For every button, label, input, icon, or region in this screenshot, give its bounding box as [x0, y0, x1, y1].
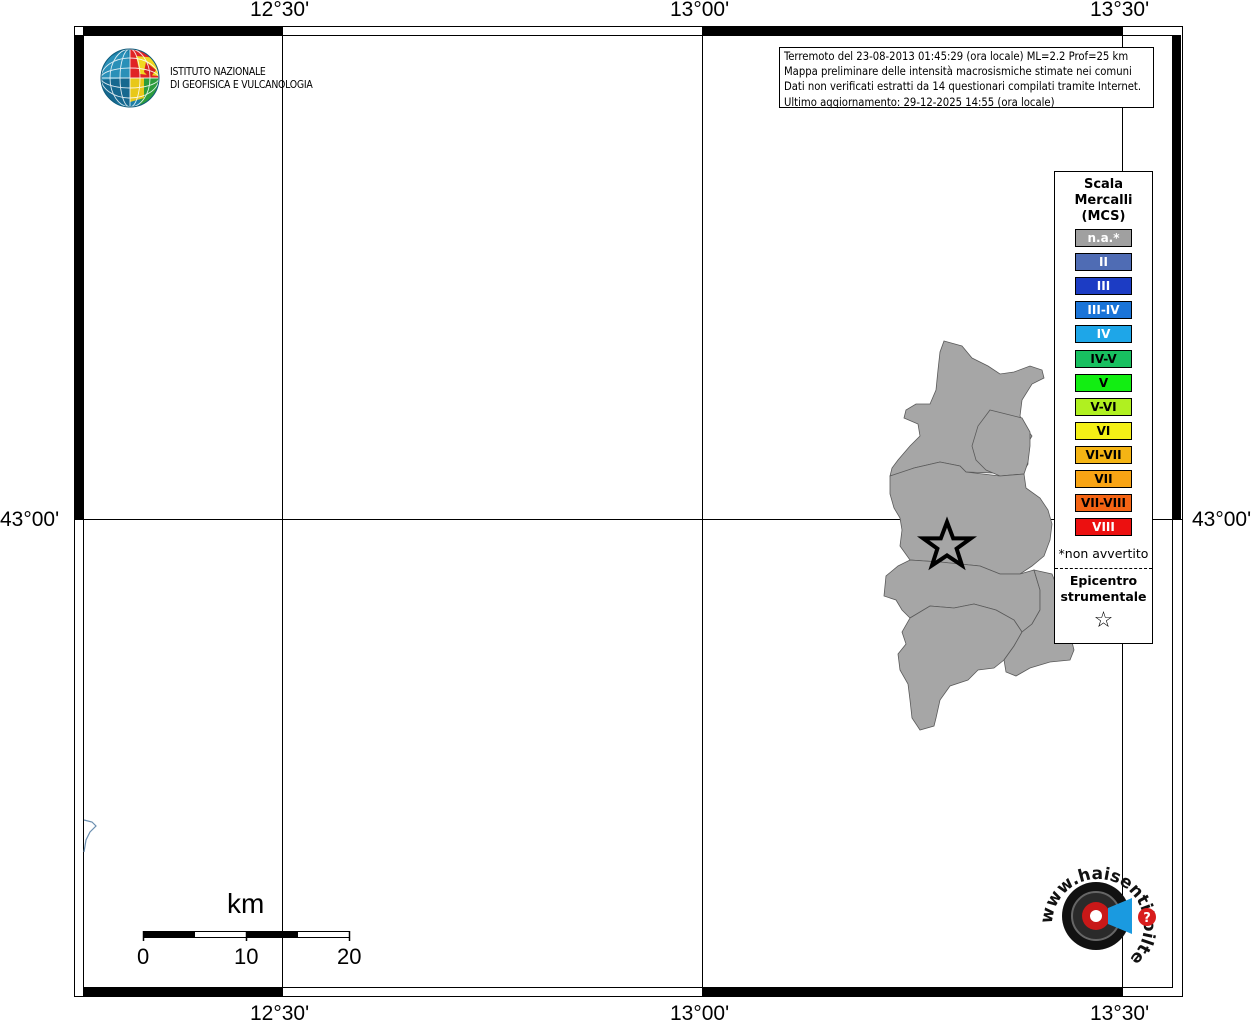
- legend-swatch: VI-VII: [1075, 445, 1132, 464]
- scale-unit: km: [227, 888, 265, 919]
- legend-title-line: Scala: [1083, 177, 1124, 192]
- legend-swatch: V: [1075, 373, 1132, 392]
- legend-epicenter-line: Epicentro: [1069, 573, 1138, 588]
- legend-epicenter-line: strumentale: [1060, 589, 1147, 604]
- legend-divider: [1055, 568, 1152, 569]
- legend-swatch: V-VI: [1075, 397, 1132, 416]
- institute-name-line1: ISTITUTO NAZIONALE: [170, 65, 266, 78]
- legend-swatch: n.a.*: [1075, 229, 1132, 247]
- legend-title-line: Mercalli: [1074, 193, 1133, 208]
- legend-title: Scala Mercalli (MCS): [1055, 177, 1152, 225]
- legend-swatch: VI: [1075, 421, 1132, 440]
- legend-swatch: VIII: [1075, 518, 1132, 537]
- scale-tick-label: 20: [337, 944, 362, 969]
- legend-title-line: (MCS): [1081, 209, 1126, 224]
- legend-swatch: IV-V: [1075, 349, 1132, 368]
- coastline-fragment: [83, 819, 97, 853]
- ingv-logo-globe-icon: [100, 48, 160, 108]
- municipality-polygon: [889, 461, 1053, 575]
- municipality-polygon: [897, 603, 1023, 731]
- scale-bar: [142, 931, 351, 941]
- event-info-line: Ultimo aggiornamento: 29-12-2025 14:55 (…: [784, 95, 1055, 108]
- legend-swatch: III-IV: [1075, 301, 1132, 320]
- mcs-legend: Scala Mercalli (MCS) n.a.* II III III-IV IV I…: [1054, 171, 1153, 644]
- legend-swatch: III: [1075, 277, 1132, 296]
- svg-text:?: ?: [1143, 911, 1151, 926]
- haisentito-logo-icon: www.haisentitoilterremoto.it ?: [1036, 856, 1159, 969]
- legend-swatch: IV: [1075, 325, 1132, 344]
- scale-tick-label: 0: [137, 944, 150, 969]
- legend-note: *non avvertito: [1058, 546, 1149, 561]
- institute-name-line2: DI GEOFISICA E VULCANOLOGIA: [170, 78, 313, 91]
- event-info-line: Dati non verificati estratti da 14 quest…: [784, 80, 1142, 94]
- legend-star-icon: ☆: [1093, 608, 1114, 633]
- event-info-box: Terremoto del 23-08-2013 01:45:29 (ora l…: [779, 47, 1154, 108]
- municipality-polygons: [883, 340, 1075, 731]
- legend-swatch: VII: [1075, 470, 1132, 488]
- event-info-line: Mappa preliminare delle intensità macros…: [784, 65, 1132, 79]
- legend-swatch: VII-VIII: [1075, 494, 1132, 513]
- legend-swatch: II: [1075, 253, 1132, 272]
- scale-tick-label: 10: [234, 944, 259, 969]
- legend-epicenter-label: Epicentro strumentale: [1055, 573, 1152, 605]
- event-info-line: Terremoto del 23-08-2013 01:45:29 (ora l…: [784, 50, 1129, 63]
